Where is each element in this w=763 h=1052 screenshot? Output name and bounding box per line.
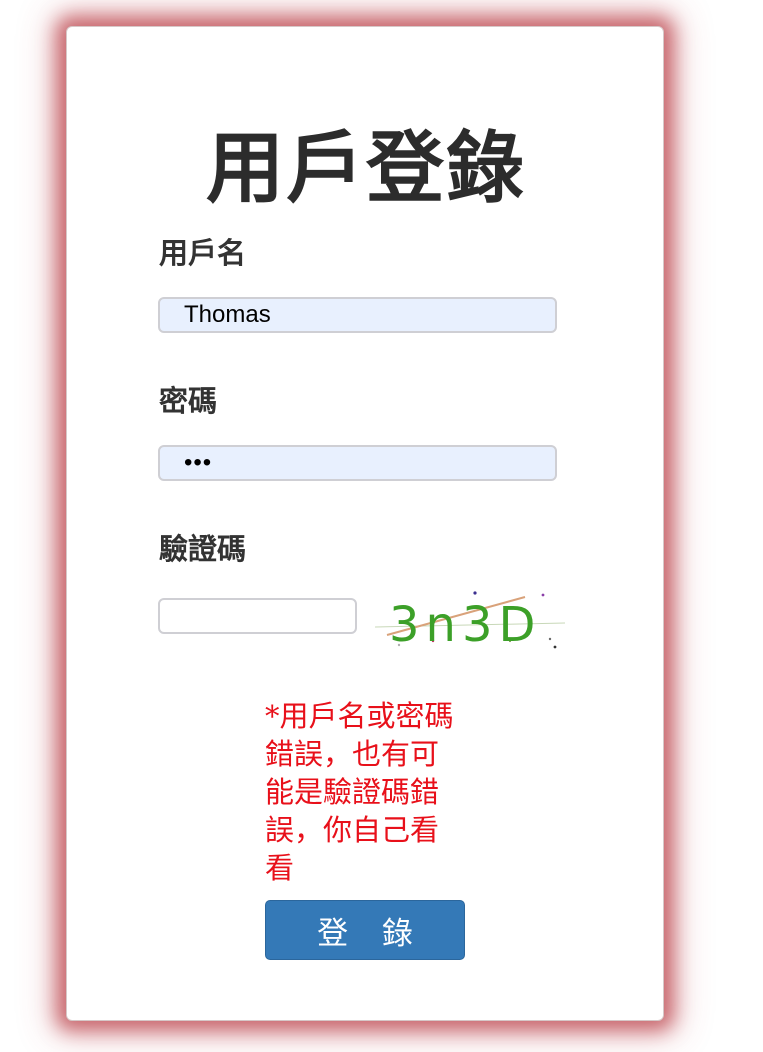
captcha-noise-dot <box>548 637 552 641</box>
username-input[interactable] <box>158 297 557 333</box>
password-input[interactable] <box>158 445 557 481</box>
page: 用戶登錄 用戶名 密碼 驗證碼 3n3D *用戶名或密碼錯誤，也有可能是驗證碼錯… <box>0 0 763 1052</box>
password-label: 密碼 <box>159 384 218 418</box>
page-title: 用戶登錄 <box>205 123 526 214</box>
captcha-noise-dot <box>541 593 545 597</box>
captcha-noise-dot <box>473 591 477 595</box>
login-button[interactable]: 登 錄 <box>265 900 465 960</box>
error-message: *用戶名或密碼錯誤，也有可能是驗證碼錯誤，你自己看看 <box>265 699 454 885</box>
captcha-input[interactable] <box>158 598 357 634</box>
captcha-text: 3n3D <box>389 597 541 653</box>
captcha-noise-dot <box>553 645 557 649</box>
username-label: 用戶名 <box>159 236 247 270</box>
login-card: 用戶登錄 用戶名 密碼 驗證碼 3n3D *用戶名或密碼錯誤，也有可能是驗證碼錯… <box>66 26 664 1021</box>
captcha-image[interactable]: 3n3D <box>375 583 567 653</box>
captcha-label: 驗證碼 <box>159 532 247 566</box>
